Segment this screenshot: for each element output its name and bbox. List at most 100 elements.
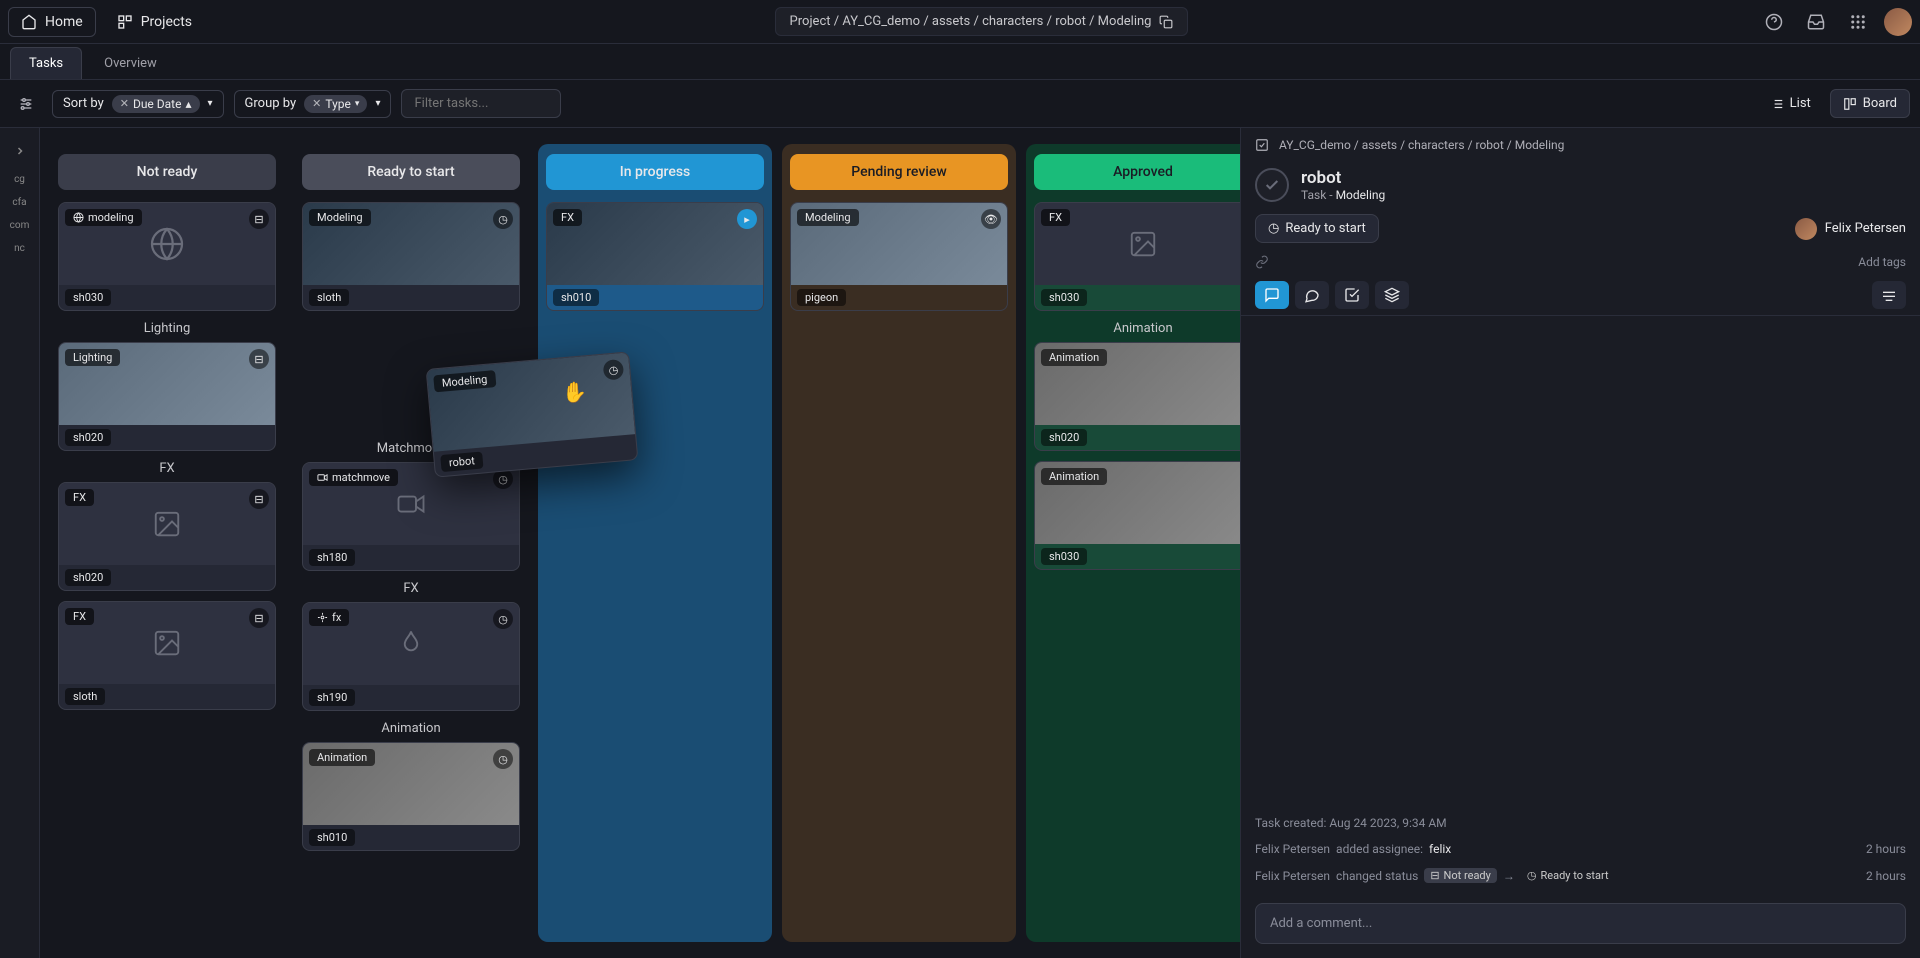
inbox-button[interactable]	[1800, 6, 1832, 38]
sort-group[interactable]: Sort by ✕Due Date▴ ▾	[52, 90, 224, 118]
sort-dir-icon: ▴	[185, 97, 191, 111]
comment-input[interactable]: Add a comment...	[1255, 903, 1906, 944]
status-mini-from: ⊟ Not ready	[1424, 868, 1497, 883]
assignee[interactable]: Felix Petersen	[1795, 218, 1906, 240]
dragging-card[interactable]: Modeling ◷ robot	[426, 351, 639, 477]
card-status-icon: ⊟	[249, 209, 269, 229]
task-card[interactable]: Lighting ⊟ sh020	[58, 342, 276, 451]
inbox-icon	[1807, 13, 1825, 31]
copy-icon[interactable]	[1159, 15, 1173, 29]
activity-item: Felix Petersen changed status ⊟ Not read…	[1255, 862, 1906, 889]
dtab-menu[interactable]	[1872, 281, 1906, 309]
home-button[interactable]: Home	[8, 7, 96, 37]
card-thumb: Animation	[1035, 462, 1240, 544]
toolbar: Sort by ✕Due Date▴ ▾ Group by ✕Type▾ ▾ L…	[0, 80, 1920, 128]
group-chip[interactable]: ✕Type▾	[304, 95, 367, 113]
sub-nav: Tasks Overview	[0, 44, 1920, 80]
task-card[interactable]: Modeling ◷ sloth	[302, 202, 520, 311]
clock-icon: ◷	[1268, 221, 1279, 236]
home-icon	[21, 14, 37, 30]
side-item[interactable]: nc	[10, 241, 29, 256]
column-header: Ready to start	[302, 154, 520, 190]
column-header: Not ready	[58, 154, 276, 190]
column-not-ready: Not ready modeling ⊟ sh030 Lighting Ligh…	[50, 144, 284, 942]
column-approved: Approved FX sh030 Animation Animation sh…	[1026, 144, 1240, 942]
dtab-layers[interactable]	[1375, 281, 1409, 309]
dtab-checklist[interactable]	[1335, 281, 1369, 309]
card-thumb: modeling ⊟	[59, 203, 275, 285]
task-card[interactable]: Animation ◷ sh010	[302, 742, 520, 851]
filter-input[interactable]	[401, 89, 561, 118]
remove-icon[interactable]: ✕	[312, 97, 321, 110]
grid-icon	[1849, 13, 1867, 31]
task-card[interactable]: modeling ⊟ sh030	[58, 202, 276, 311]
side-item[interactable]: cg	[10, 172, 29, 187]
activity-created: Task created: Aug 24 2023, 9:34 AM	[1255, 810, 1906, 836]
card-chip: sloth	[309, 289, 349, 306]
task-card[interactable]: FX ▸ sh010	[546, 202, 764, 311]
eye-icon: 👁	[981, 209, 1001, 229]
user-avatar[interactable]	[1884, 8, 1912, 36]
top-right	[1758, 6, 1912, 38]
breadcrumb[interactable]: Project / AY_CG_demo / assets / characte…	[775, 7, 1189, 36]
list-icon	[1770, 97, 1784, 111]
group-title: Animation	[1034, 321, 1240, 336]
flame-icon	[396, 629, 426, 659]
add-tags[interactable]: Add tags	[1858, 255, 1906, 269]
message-icon	[1304, 287, 1320, 303]
tab-overview[interactable]: Overview	[86, 48, 175, 79]
chat-icon	[1264, 287, 1280, 303]
sort-chip[interactable]: ✕Due Date▴	[112, 95, 200, 113]
task-card[interactable]: Modeling 👁 pigeon	[790, 202, 1008, 311]
chevron-down-icon[interactable]: ▾	[208, 98, 213, 109]
board-view-button[interactable]: Board	[1830, 89, 1910, 118]
card-chip: pigeon	[797, 289, 846, 306]
play-icon: ▸	[737, 209, 757, 229]
task-card[interactable]: Animation sh020	[1034, 342, 1240, 451]
card-chip: sh190	[309, 689, 355, 706]
group-group[interactable]: Group by ✕Type▾ ▾	[234, 90, 392, 118]
task-card[interactable]: FX ⊟ sh020	[58, 482, 276, 591]
dtab-activity[interactable]	[1295, 281, 1329, 309]
link-icon[interactable]	[1255, 255, 1269, 269]
card-tag: FX	[1041, 209, 1070, 226]
clock-icon: ◷	[493, 609, 513, 629]
group-label: Group by	[245, 96, 297, 111]
top-nav: Home Projects Project / AY_CG_demo / ass…	[0, 0, 1920, 44]
task-card[interactable]: matchmove ◷ sh180	[302, 462, 520, 571]
sort-label: Sort by	[63, 96, 104, 111]
card-chip: sh020	[65, 569, 111, 586]
list-view-button[interactable]: List	[1757, 89, 1824, 118]
card-tag: FX	[65, 489, 94, 506]
remove-icon[interactable]: ✕	[120, 97, 129, 110]
card-chip: sh010	[553, 289, 599, 306]
status-toggle[interactable]	[1255, 168, 1289, 202]
task-card[interactable]: Animation sh030	[1034, 461, 1240, 570]
side-item[interactable]: cfa	[8, 195, 30, 210]
settings-toggle[interactable]	[10, 88, 42, 120]
layers-icon	[1384, 287, 1400, 303]
card-thumb: Modeling ◷	[303, 203, 519, 285]
tab-tasks[interactable]: Tasks	[10, 47, 82, 79]
help-button[interactable]	[1758, 6, 1790, 38]
side-sliver: cg cfa com nc	[0, 128, 40, 958]
apps-button[interactable]	[1842, 6, 1874, 38]
status-pill[interactable]: ◷ Ready to start	[1255, 214, 1379, 243]
home-label: Home	[45, 14, 83, 30]
task-icon	[1255, 138, 1269, 152]
clock-icon: ◷	[493, 749, 513, 769]
expand-sidebar[interactable]	[5, 138, 35, 164]
card-tag: Animation	[1041, 349, 1107, 366]
side-item[interactable]: com	[6, 218, 34, 233]
clock-icon: ◷	[493, 209, 513, 229]
card-thumb: Animation ◷	[303, 743, 519, 825]
card-tag: Modeling	[433, 370, 496, 392]
chevron-down-icon[interactable]: ▾	[375, 98, 380, 109]
card-chip: sh010	[309, 829, 355, 846]
task-card[interactable]: fx ◷ sh190	[302, 602, 520, 711]
task-card[interactable]: FX sh030	[1034, 202, 1240, 311]
dtab-comments[interactable]	[1255, 281, 1289, 309]
card-thumb: Animation	[1035, 343, 1240, 425]
projects-button[interactable]: Projects	[104, 7, 205, 37]
task-card[interactable]: FX ⊟ sloth	[58, 601, 276, 710]
